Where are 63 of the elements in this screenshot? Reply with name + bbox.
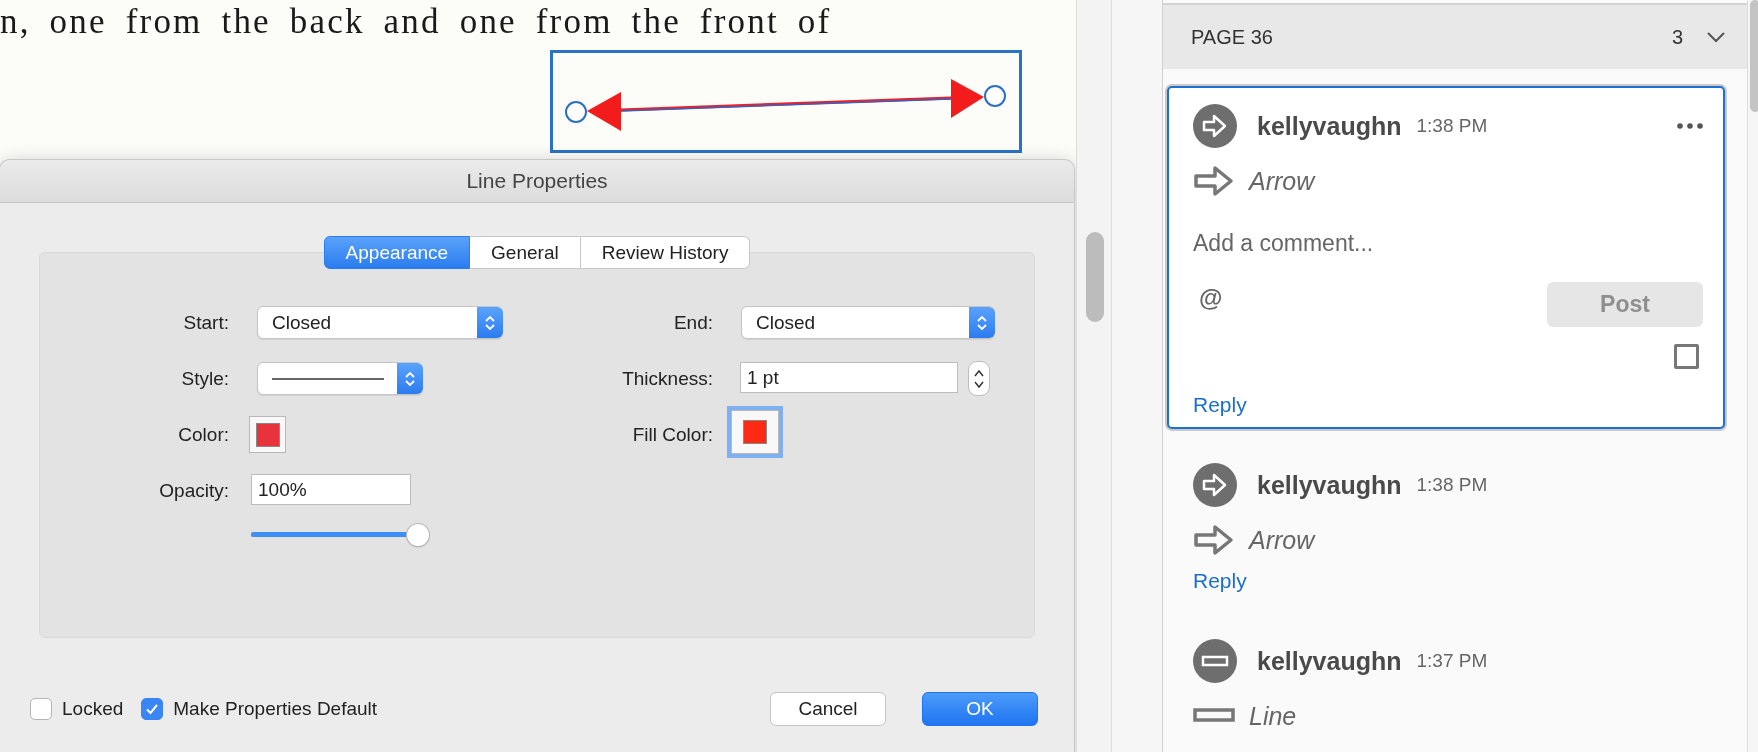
line-avatar-icon [1193, 639, 1237, 683]
end-select[interactable]: Closed [741, 306, 995, 339]
page-label: PAGE 36 [1191, 25, 1273, 49]
comment-subject: Arrow [1249, 525, 1315, 555]
chevron-updown-icon [477, 307, 503, 338]
dialog-title: Line Properties [0, 160, 1074, 203]
double-arrow[interactable] [587, 79, 984, 131]
comment-time: 1:37 PM [1416, 650, 1488, 672]
scrollbar-thumb[interactable] [1086, 232, 1104, 322]
scrollbar[interactable] [1076, 0, 1111, 752]
tab[interactable]: Review History [580, 236, 751, 269]
more-icon[interactable] [1677, 123, 1703, 129]
field-label: Color: [177, 423, 229, 447]
selection-handle[interactable] [984, 85, 1006, 107]
comment-subject: Line [1249, 701, 1297, 731]
chevron-down-icon[interactable] [1707, 31, 1725, 43]
comment-field[interactable]: Add a comment... [1193, 228, 1703, 258]
field-label: Start: [182, 311, 229, 335]
checkbox[interactable] [1674, 344, 1699, 369]
field-label: Opacity: [158, 479, 229, 503]
mention-button[interactable]: @ [1199, 283, 1223, 312]
arrow-avatar-icon [1193, 463, 1237, 507]
comment-card[interactable]: kellyvaughn 1:38 PM Arrow Add a comment... @ Post Reply [1167, 86, 1725, 429]
arrow-annotation[interactable] [550, 50, 1022, 153]
style-select[interactable] [257, 362, 423, 395]
comment-count: 3 [1671, 25, 1683, 49]
author-name: kellyvaughn [1257, 646, 1402, 676]
field-label: Thickness: [621, 367, 713, 391]
chevron-updown-icon [397, 363, 423, 394]
checkbox-label: Locked [62, 698, 124, 720]
checkbox[interactable] [141, 698, 164, 720]
line-style-icon [272, 376, 384, 381]
color-swatch[interactable] [249, 416, 286, 453]
opacity-field[interactable]: 100% [251, 474, 411, 505]
author-name: kellyvaughn [1257, 111, 1402, 141]
slider-thumb[interactable] [407, 524, 429, 546]
field-label: Fill Color: [631, 423, 713, 447]
stepper-icon[interactable] [968, 361, 990, 396]
comment-subject: Arrow [1249, 166, 1315, 196]
checkbox[interactable] [30, 698, 52, 720]
arrow-icon [1193, 165, 1235, 197]
reply-link[interactable]: Reply [1193, 569, 1247, 593]
page-header[interactable]: PAGE 36 3 [1163, 3, 1747, 69]
scrollbar[interactable] [1747, 0, 1758, 752]
checkbox-label: Make Properties Default [173, 698, 378, 720]
arrow-icon [1193, 524, 1235, 556]
scrollbar-thumb[interactable] [1750, 0, 1758, 112]
arrow-avatar-icon [1193, 104, 1237, 148]
field-label: Style: [180, 367, 229, 391]
chevron-updown-icon [969, 307, 995, 338]
comment-card[interactable]: kellyvaughn 1:38 PM Arrow Reply [1167, 445, 1725, 605]
thickness-field[interactable]: 1 pt [740, 362, 958, 393]
document-text: n, one from the back and one from the front of [0, 1, 833, 42]
author-name: kellyvaughn [1257, 470, 1402, 500]
field-label: End: [672, 311, 713, 335]
comment-time: 1:38 PM [1416, 115, 1488, 137]
selection-handle[interactable] [565, 101, 587, 123]
comment-time: 1:38 PM [1416, 474, 1488, 496]
cancel-button[interactable]: Cancel [770, 692, 886, 726]
tab[interactable]: General [470, 236, 581, 269]
comment-card[interactable]: kellyvaughn 1:37 PM Line [1167, 621, 1725, 745]
reply-link[interactable]: Reply [1193, 393, 1247, 417]
start-select[interactable]: Closed [257, 306, 503, 339]
